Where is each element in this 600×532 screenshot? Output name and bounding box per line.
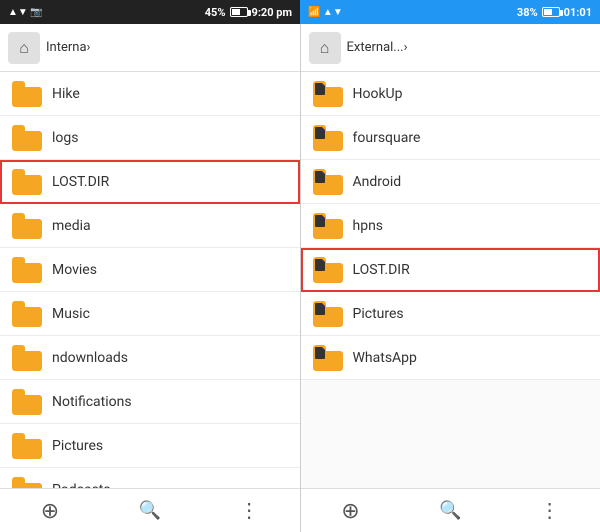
folder-icon xyxy=(313,257,343,283)
list-item[interactable]: Android xyxy=(301,160,600,204)
item-label: LOST.DIR xyxy=(353,262,410,278)
right-status-icons: 📶 ▲▼ xyxy=(308,7,343,18)
item-label: hpns xyxy=(353,218,384,234)
left-panel-header: ⌂ Interna› xyxy=(0,24,300,72)
folder-icon xyxy=(12,213,42,239)
right-back-icon: ⌂ xyxy=(320,38,330,58)
left-battery-icon xyxy=(230,7,248,17)
folder-icon xyxy=(313,81,343,107)
list-item[interactable]: Pictures xyxy=(301,292,600,336)
right-time: 01:01 xyxy=(564,6,592,19)
sd-badge xyxy=(315,347,325,359)
right-more-button[interactable]: ⋮ xyxy=(500,489,600,532)
item-label: Hike xyxy=(52,86,80,102)
item-label: Notifications xyxy=(52,394,132,410)
list-item[interactable]: Podcasts xyxy=(0,468,300,488)
folder-icon xyxy=(12,477,42,489)
left-time: 9:20 pm xyxy=(252,6,292,19)
item-label: HookUp xyxy=(353,86,403,102)
left-breadcrumb-text: Interna› xyxy=(46,40,90,55)
folder-icon xyxy=(313,125,343,151)
right-battery-pct: 38% xyxy=(517,6,538,19)
folder-icon xyxy=(313,213,343,239)
left-status-icons: ▲▼ 📷 xyxy=(8,7,43,18)
right-toolbar: ⊕ 🔍 ⋮ xyxy=(301,488,600,532)
left-more-icon: ⋮ xyxy=(239,498,260,523)
left-battery-pct: 45% xyxy=(205,6,226,19)
right-battery-icon xyxy=(542,7,560,17)
sd-badge xyxy=(315,83,325,95)
right-search-button[interactable]: 🔍 xyxy=(400,489,500,532)
folder-icon xyxy=(12,125,42,151)
folder-icon xyxy=(12,169,42,195)
left-add-button[interactable]: ⊕ xyxy=(0,489,100,532)
item-label: Movies xyxy=(52,262,97,278)
list-item[interactable]: Pictures xyxy=(0,424,300,468)
left-status-bar: ▲▼ 📷 45% 9:20 pm xyxy=(0,0,300,24)
sd-badge xyxy=(315,171,325,183)
sd-badge xyxy=(315,259,325,271)
left-back-button[interactable]: ⌂ xyxy=(8,32,40,64)
right-panel-header: ⌂ External...› xyxy=(301,24,600,72)
left-search-icon: 🔍 xyxy=(139,500,161,521)
folder-icon xyxy=(12,345,42,371)
left-file-list[interactable]: Hike logs LOST.DIR media Movies Music ndownloa… xyxy=(0,72,300,488)
folder-icon xyxy=(12,389,42,415)
left-add-icon: ⊕ xyxy=(41,498,59,524)
list-item[interactable]: hpns xyxy=(301,204,600,248)
folder-icon xyxy=(313,345,343,371)
right-add-button[interactable]: ⊕ xyxy=(301,489,401,532)
list-item[interactable]: Music xyxy=(0,292,300,336)
list-item[interactable]: WhatsApp xyxy=(301,336,600,380)
list-item[interactable]: LOST.DIR xyxy=(0,160,300,204)
item-label: ndownloads xyxy=(52,350,128,366)
right-status-bar: 📶 ▲▼ 38% 01:01 xyxy=(300,0,600,24)
item-label: LOST.DIR xyxy=(52,174,109,190)
item-label: foursquare xyxy=(353,130,421,146)
item-label: WhatsApp xyxy=(353,350,417,366)
item-label: Android xyxy=(353,174,402,190)
right-breadcrumb: External...› xyxy=(347,40,408,55)
sd-badge xyxy=(315,127,325,139)
status-bars: ▲▼ 📷 45% 9:20 pm 📶 ▲▼ 38% 01:01 xyxy=(0,0,600,24)
sd-badge xyxy=(315,303,325,315)
folder-icon xyxy=(12,301,42,327)
item-label: Pictures xyxy=(52,438,103,454)
right-panel: ⌂ External...› HookUp foursquare Android hp… xyxy=(301,24,600,532)
left-breadcrumb: Interna› xyxy=(46,40,90,55)
list-item[interactable]: media xyxy=(0,204,300,248)
item-label: logs xyxy=(52,130,78,146)
left-panel: ⌂ Interna› Hike logs LOST.DIR media Movies Mu… xyxy=(0,24,300,532)
right-more-icon: ⋮ xyxy=(540,498,561,523)
list-item[interactable]: Hike xyxy=(0,72,300,116)
item-label: media xyxy=(52,218,91,234)
list-item[interactable]: Notifications xyxy=(0,380,300,424)
list-item[interactable]: HookUp xyxy=(301,72,600,116)
folder-icon xyxy=(12,433,42,459)
list-item[interactable]: Movies xyxy=(0,248,300,292)
right-file-list[interactable]: HookUp foursquare Android hpns LOST.DIR Pictu… xyxy=(301,72,600,488)
item-label: Pictures xyxy=(353,306,404,322)
sd-badge xyxy=(315,215,325,227)
right-search-icon: 🔍 xyxy=(439,500,461,521)
left-more-button[interactable]: ⋮ xyxy=(200,489,300,532)
list-item[interactable]: foursquare xyxy=(301,116,600,160)
list-item[interactable]: LOST.DIR xyxy=(301,248,600,292)
right-back-button[interactable]: ⌂ xyxy=(309,32,341,64)
back-icon: ⌂ xyxy=(19,38,29,58)
right-breadcrumb-text: External...› xyxy=(347,40,408,55)
folder-icon xyxy=(313,301,343,327)
left-search-button[interactable]: 🔍 xyxy=(100,489,200,532)
main-panels: ⌂ Interna› Hike logs LOST.DIR media Movies Mu… xyxy=(0,24,600,532)
left-toolbar: ⊕ 🔍 ⋮ xyxy=(0,488,300,532)
folder-icon xyxy=(313,169,343,195)
folder-icon xyxy=(12,257,42,283)
list-item[interactable]: logs xyxy=(0,116,300,160)
list-item[interactable]: ndownloads xyxy=(0,336,300,380)
item-label: Music xyxy=(52,306,90,322)
folder-icon xyxy=(12,81,42,107)
right-add-icon: ⊕ xyxy=(341,498,359,524)
